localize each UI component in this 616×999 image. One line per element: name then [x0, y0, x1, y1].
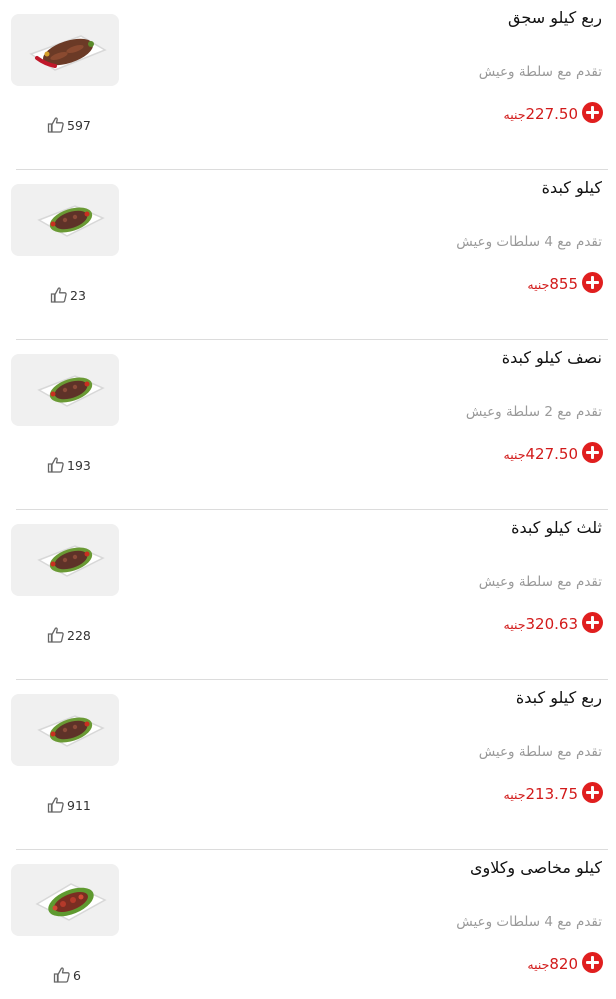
- dish-image[interactable]: [11, 524, 119, 596]
- item-name: ربع كيلو كبدة: [515, 688, 602, 707]
- add-to-cart-button[interactable]: [582, 782, 603, 803]
- like-count: 6: [73, 967, 81, 983]
- add-to-cart-button[interactable]: [582, 612, 603, 633]
- item-description: تقدم مع سلطة وعيش: [478, 64, 602, 80]
- item-description: تقدم مع سلطة وعيش: [478, 744, 602, 760]
- like-count: 228: [67, 627, 91, 643]
- item-price: 427.50جنيه: [504, 444, 578, 463]
- item-description: تقدم مع 4 سلطات وعيش: [456, 234, 602, 250]
- item-name: كيلو مخاصى وكلاوى: [469, 858, 602, 877]
- item-price: 227.50جنيه: [504, 104, 578, 123]
- thumbs-up-icon: [47, 117, 64, 133]
- dish-image[interactable]: [11, 184, 119, 256]
- price-value: 227.50: [525, 105, 579, 123]
- thumbs-up-icon: [47, 797, 64, 813]
- thumbs-up-icon: [50, 287, 67, 303]
- add-to-cart-button[interactable]: [582, 272, 603, 293]
- item-description: تقدم مع 2 سلطة وعيش: [465, 404, 602, 420]
- menu-item[interactable]: 911 ربع كيلو كبدة تقدم مع سلطة وعيش 213.…: [0, 680, 616, 850]
- add-to-cart-button[interactable]: [582, 102, 603, 123]
- dish-image[interactable]: [11, 14, 119, 86]
- price-currency: جنيه: [503, 617, 526, 632]
- like-button[interactable]: 23: [49, 284, 86, 306]
- dish-image[interactable]: [11, 694, 119, 766]
- price-value: 427.50: [525, 445, 579, 463]
- like-button[interactable]: 911: [46, 794, 91, 816]
- dish-image[interactable]: [11, 354, 119, 426]
- item-name: كيلو كبدة: [541, 178, 602, 197]
- thumbs-up-icon: [53, 967, 70, 983]
- menu-item[interactable]: 6 كيلو مخاصى وكلاوى تقدم مع 4 سلطات وعيش…: [0, 850, 616, 999]
- like-count: 597: [67, 117, 91, 133]
- price-currency: جنيه: [527, 957, 550, 972]
- item-price: 855جنيه: [527, 274, 578, 293]
- menu-item[interactable]: 228 ثلث كيلو كبدة تقدم مع سلطة وعيش 320.…: [0, 510, 616, 680]
- thumbs-up-icon: [47, 627, 64, 643]
- price-value: 320.63: [525, 615, 579, 633]
- like-count: 193: [67, 457, 91, 473]
- price-currency: جنيه: [503, 787, 526, 802]
- dish-image[interactable]: [11, 864, 119, 936]
- price-currency: جنيه: [503, 107, 526, 122]
- like-button[interactable]: 6: [52, 964, 81, 986]
- price-currency: جنيه: [527, 277, 550, 292]
- price-currency: جنيه: [503, 447, 526, 462]
- like-count: 23: [70, 287, 86, 303]
- item-price: 320.63جنيه: [504, 614, 578, 633]
- menu-item[interactable]: 23 كيلو كبدة تقدم مع 4 سلطات وعيش 855جني…: [0, 170, 616, 340]
- item-name: ثلث كيلو كبدة: [511, 518, 602, 537]
- price-value: 820: [549, 955, 578, 973]
- thumbs-up-icon: [47, 457, 64, 473]
- like-button[interactable]: 597: [46, 114, 91, 136]
- price-value: 213.75: [525, 785, 579, 803]
- item-name: نصف كيلو كبدة: [501, 348, 602, 367]
- item-description: تقدم مع سلطة وعيش: [478, 574, 602, 590]
- price-value: 855: [549, 275, 578, 293]
- menu-item[interactable]: 597 ربع كيلو سجق تقدم مع سلطة وعيش 227.5…: [0, 0, 616, 170]
- add-to-cart-button[interactable]: [582, 442, 603, 463]
- item-description: تقدم مع 4 سلطات وعيش: [456, 914, 602, 930]
- item-name: ربع كيلو سجق: [508, 8, 602, 27]
- item-price: 820جنيه: [527, 954, 578, 973]
- like-count: 911: [67, 797, 91, 813]
- add-to-cart-button[interactable]: [582, 952, 603, 973]
- menu-item[interactable]: 193 نصف كيلو كبدة تقدم مع 2 سلطة وعيش 42…: [0, 340, 616, 510]
- like-button[interactable]: 228: [46, 624, 91, 646]
- item-price: 213.75جنيه: [504, 784, 578, 803]
- menu-list: 597 ربع كيلو سجق تقدم مع سلطة وعيش 227.5…: [0, 0, 616, 999]
- like-button[interactable]: 193: [46, 454, 91, 476]
